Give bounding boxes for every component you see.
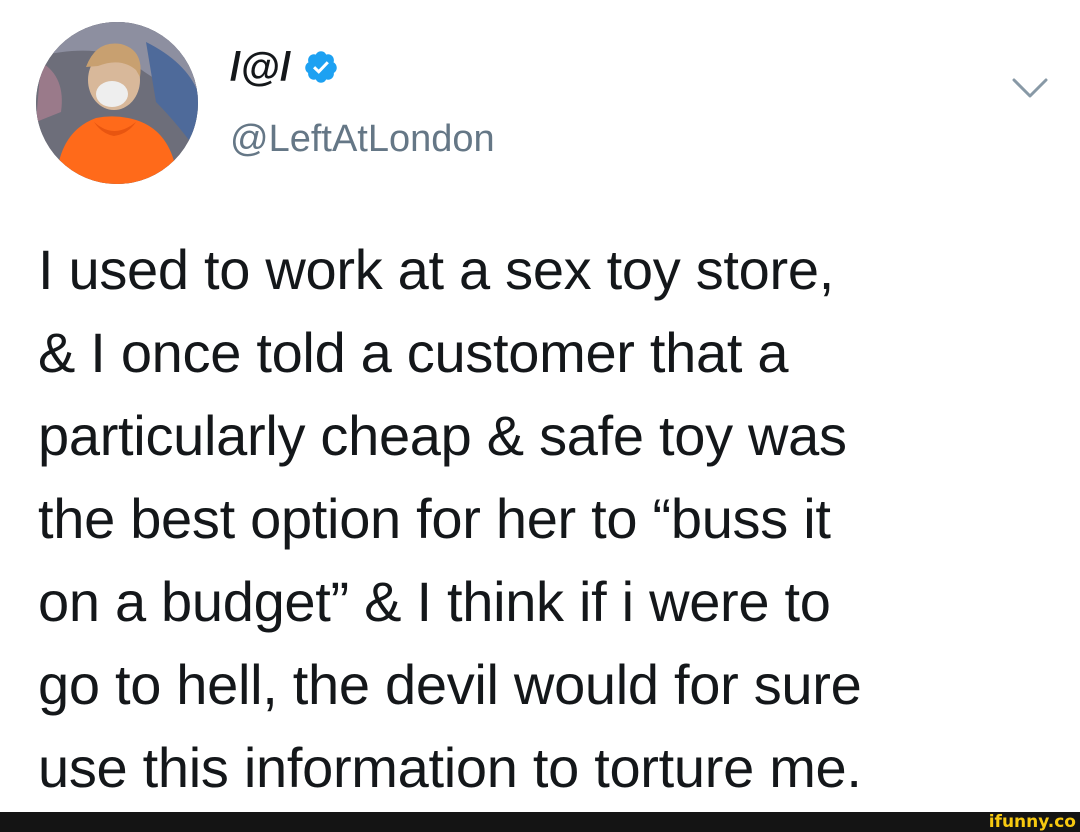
author-name-row: /@/ (230, 42, 339, 92)
display-name[interactable]: /@/ (230, 45, 291, 90)
avatar-image (36, 22, 198, 184)
footer-bar: ifunny.co (0, 812, 1080, 832)
avatar[interactable] (36, 22, 198, 184)
verified-badge-icon (303, 49, 339, 85)
ifunny-watermark: ifunny.co (988, 812, 1076, 832)
tweet-card: /@/ @LeftAtLondon I used to work at a se… (0, 0, 1080, 812)
user-handle[interactable]: @LeftAtLondon (230, 118, 495, 161)
tweet-text: I used to work at a sex toy store, & I o… (38, 238, 862, 799)
chevron-down-icon[interactable] (1010, 74, 1050, 102)
